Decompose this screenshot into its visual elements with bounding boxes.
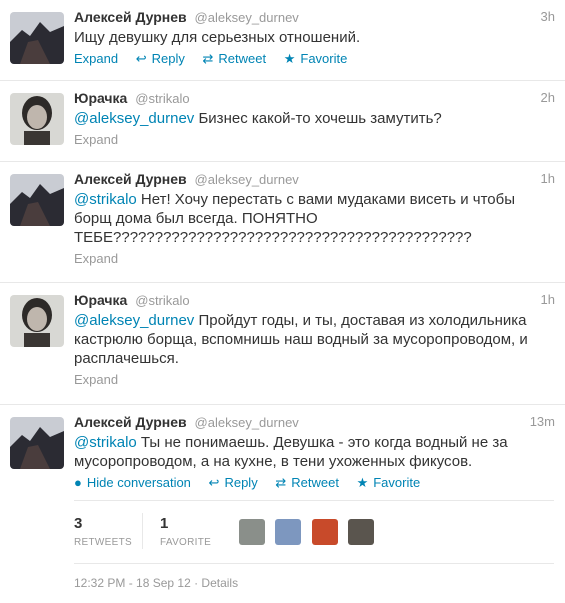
avatar[interactable] [10, 295, 64, 347]
favorite-label: Favorite [300, 51, 348, 66]
tweet[interactable]: Юрачка @strikalo 2h @aleksey_durnev Бизн… [0, 81, 565, 162]
author-handle[interactable]: @strikalo [135, 293, 189, 308]
avatar[interactable] [10, 93, 64, 145]
tweet-time[interactable]: 3h [541, 8, 555, 26]
author-handle[interactable]: @strikalo [135, 91, 189, 106]
tweet-text: @aleksey_durnev Бизнес какой-то хочешь з… [74, 109, 534, 128]
retweets-label: RETWEETS [74, 537, 132, 548]
tweet-time[interactable]: 2h [541, 89, 555, 107]
mention-link[interactable]: @strikalo [74, 191, 137, 208]
author-name[interactable]: Алексей Дурнев [74, 171, 187, 187]
author-name[interactable]: Алексей Дурнев [74, 9, 187, 25]
avatar[interactable] [10, 174, 64, 226]
star-icon: ★ [356, 475, 369, 490]
author-name[interactable]: Юрачка [74, 90, 127, 106]
reply-label: Reply [151, 51, 185, 66]
favorite-button[interactable]: ★ Favorite [284, 50, 348, 68]
mention-link[interactable]: @aleksey_durnev [74, 312, 194, 329]
reply-button[interactable]: ↩ Reply [209, 474, 258, 492]
author-name[interactable]: Юрачка [74, 292, 127, 308]
tweet-time[interactable]: 1h [541, 291, 555, 309]
tweet[interactable]: Юрачка @strikalo 1h @aleksey_durnev Прой… [0, 283, 565, 405]
expand-link[interactable]: Expand [74, 371, 118, 389]
tweet-text-body: Ты не понимаешь. Девушка - это когда вод… [74, 434, 508, 470]
tweet-text: @strikalo Нет! Хочу перестать с вами муд… [74, 190, 534, 247]
reply-arrow-icon: ↩ [135, 51, 147, 66]
tweet-time[interactable]: 1h [541, 170, 555, 188]
retweets-count: 3 [74, 515, 83, 532]
expand-link[interactable]: Expand [74, 50, 118, 68]
timeline: Алексей Дурнев @aleksey_durnev 3h Ищу де… [0, 0, 565, 603]
tweet-timestamp-details[interactable]: 12:32 PM - 18 Sep 12 · Details [74, 576, 238, 590]
avatar[interactable] [275, 519, 302, 545]
author-name[interactable]: Алексей Дурнев [74, 414, 187, 430]
favorite-label: Favorite [373, 475, 421, 490]
tweet-text-body: Бизнес какой-то хочешь замутить? [194, 110, 442, 127]
stats-divider [142, 513, 143, 549]
reply-button[interactable]: ↩ Reply [136, 50, 185, 68]
favoriter-avatars [239, 519, 380, 545]
favorites-count: 1 [160, 515, 169, 532]
mention-link[interactable]: @strikalo [74, 434, 137, 451]
retweet-button[interactable]: ⇄ Retweet [203, 50, 267, 68]
retweet-icon: ⇄ [202, 51, 214, 66]
author-handle[interactable]: @aleksey_durnev [195, 10, 299, 25]
retweet-icon: ⇄ [275, 475, 287, 490]
retweet-button[interactable]: ⇄ Retweet [275, 474, 339, 492]
tweet-stats: 3 RETWEETS 1 FAVORITE [74, 500, 554, 564]
reply-label: Reply [224, 475, 258, 490]
favorites-label: FAVORITE [160, 537, 212, 548]
hide-conversation-label: Hide conversation [86, 475, 191, 490]
tweet-text-body: Нет! Хочу перестать с вами мудаками висе… [74, 191, 516, 246]
avatar[interactable] [348, 519, 375, 545]
favorites-stat[interactable]: 1 FAVORITE [160, 515, 211, 548]
avatar[interactable] [239, 519, 265, 545]
avatar[interactable] [311, 519, 338, 545]
author-handle[interactable]: @aleksey_durnev [195, 415, 299, 430]
star-icon: ★ [283, 51, 296, 66]
mention-link[interactable]: @aleksey_durnev [74, 110, 194, 127]
hide-conversation-link[interactable]: ● Hide conversation [74, 474, 191, 492]
expand-link[interactable]: Expand [74, 131, 118, 149]
retweet-label: Retweet [218, 51, 267, 66]
tweet-text: Ищу девушку для серьезных отношений. [74, 29, 361, 46]
favorite-button[interactable]: ★ Favorite [357, 474, 421, 492]
reply-arrow-icon: ↩ [208, 475, 220, 490]
tweet-text: @strikalo Ты не понимаешь. Девушка - это… [74, 433, 534, 471]
tweet[interactable]: Алексей Дурнев @aleksey_durnev 1h @strik… [0, 162, 565, 283]
avatar[interactable] [10, 417, 64, 469]
expand-link[interactable]: Expand [74, 250, 118, 268]
speech-bubble-icon: ● [74, 475, 82, 490]
author-handle[interactable]: @aleksey_durnev [195, 172, 299, 187]
retweets-stat[interactable]: 3 RETWEETS [74, 515, 132, 548]
tweet-text: @aleksey_durnev Пройдут годы, и ты, дост… [74, 311, 534, 368]
avatar[interactable] [10, 12, 64, 64]
tweet[interactable]: Алексей Дурнев @aleksey_durnev 3h Ищу де… [0, 0, 565, 81]
retweet-label: Retweet [291, 475, 339, 490]
tweet-time[interactable]: 13m [530, 413, 555, 431]
